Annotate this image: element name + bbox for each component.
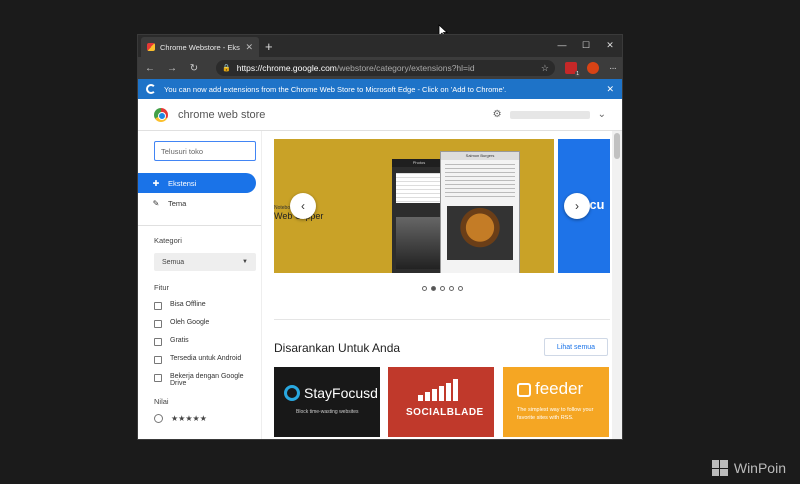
- maximize-button[interactable]: ☐: [574, 35, 598, 57]
- chrome-webstore-logo-icon[interactable]: [154, 107, 168, 122]
- checkbox[interactable]: [154, 302, 162, 310]
- new-tab-button[interactable]: +: [265, 39, 273, 54]
- infobar-message: You can now add extensions from the Chro…: [164, 84, 507, 94]
- socialblade-logo-icon: [418, 379, 458, 401]
- card-title: feeder: [535, 379, 584, 398]
- divider: [274, 319, 610, 320]
- feature-checkbox-drive[interactable]: Bekerja dengan Google Drive: [138, 373, 261, 387]
- see-all-button[interactable]: Lihat semua: [544, 338, 608, 356]
- scrollbar-thumb[interactable]: [614, 133, 620, 159]
- puzzle-icon: ✚: [152, 178, 160, 188]
- sidebar-item-themes[interactable]: ✎ Tema: [138, 193, 261, 213]
- page-dot-active[interactable]: [431, 286, 436, 291]
- extension-icon[interactable]: 1: [565, 62, 580, 77]
- rating-heading: Nilai: [154, 397, 169, 406]
- page-dot[interactable]: [449, 286, 454, 291]
- extension-card-socialblade[interactable]: SOCIALBLADE: [388, 367, 494, 437]
- store-header: chrome web store ⚙ ⌄: [138, 99, 622, 131]
- category-value: Semua: [162, 258, 185, 266]
- refresh-icon[interactable]: ↻: [188, 63, 200, 74]
- category-heading: Kategori: [154, 236, 182, 245]
- browser-tab[interactable]: Chrome Webstore - Ekstensi ✕: [141, 37, 259, 57]
- checkbox-label: Bisa Offline: [170, 301, 206, 308]
- webstore-favicon-icon: [147, 43, 155, 51]
- carousel-next-button[interactable]: ›: [564, 193, 590, 219]
- checkbox[interactable]: [154, 374, 162, 382]
- brush-icon: ✎: [152, 198, 160, 208]
- watermark-text: WinPoin: [733, 460, 786, 476]
- infobar-close-icon[interactable]: ✕: [606, 84, 614, 95]
- page-dot[interactable]: [422, 286, 427, 291]
- page-dot[interactable]: [440, 286, 445, 291]
- carousel-prev-button[interactable]: ‹: [290, 193, 316, 219]
- tab-title: Chrome Webstore - Ekstensi: [160, 42, 240, 52]
- close-window-button[interactable]: ✕: [598, 35, 622, 57]
- burger-image: [447, 206, 513, 260]
- features-heading: Fitur: [154, 283, 169, 292]
- checkbox-label: Oleh Google: [170, 319, 210, 326]
- watermark: WinPoin: [711, 460, 786, 476]
- edge-infobar: You can now add extensions from the Chro…: [138, 79, 622, 99]
- forward-icon[interactable]: →: [166, 63, 178, 74]
- card-tagline: Block time-wasting websites: [296, 409, 359, 415]
- store-title[interactable]: chrome web store: [178, 109, 265, 121]
- extension-card-stayfocusd[interactable]: StayFocusd Block time-wasting websites: [274, 367, 380, 437]
- edge-logo-icon: [146, 84, 156, 94]
- navigation-bar: ← → ↻ 🔒 https://chrome.google.com/websto…: [138, 57, 622, 79]
- feature-checkbox-offline[interactable]: Bisa Offline: [138, 301, 261, 310]
- rating-radio-5[interactable]: ★★★★★: [138, 414, 261, 423]
- windows-logo-icon: [711, 460, 728, 476]
- feature-checkbox-android[interactable]: Tersedia untuk Android: [138, 355, 261, 364]
- browser-window: Chrome Webstore - Ekstensi ✕ + — ☐ ✕ ← →…: [137, 34, 623, 440]
- card-title: SOCIALBLADE: [406, 407, 484, 418]
- card-title: StayFocusd: [304, 385, 378, 401]
- search-input[interactable]: Telusuri toko: [154, 141, 256, 161]
- carousel-pagination: [422, 286, 463, 291]
- sidebar-item-extensions[interactable]: ✚ Ekstensi: [138, 173, 256, 193]
- recommended-heading: Disarankan Untuk Anda: [274, 341, 401, 355]
- main-content: NotebookWeb Clipper Photos Salmon Burger…: [262, 131, 610, 439]
- checkbox-label: Gratis: [170, 337, 189, 344]
- tab-close-icon[interactable]: ✕: [245, 42, 253, 53]
- webstore-page: chrome web store ⚙ ⌄ Telusuri toko ✚ Eks…: [138, 99, 622, 439]
- feature-checkbox-free[interactable]: Gratis: [138, 337, 261, 346]
- profile-avatar[interactable]: [587, 62, 599, 74]
- divider: [138, 225, 261, 226]
- title-bar: Chrome Webstore - Ekstensi ✕ + — ☐ ✕: [138, 35, 622, 57]
- extension-card-feeder[interactable]: feeder The simplest way to follow your f…: [503, 367, 609, 437]
- sidebar-item-label: Ekstensi: [168, 178, 197, 188]
- favorite-star-icon[interactable]: ☆: [541, 63, 549, 74]
- settings-gear-icon[interactable]: ⚙: [493, 109, 502, 120]
- checkbox-label: Bekerja dengan Google Drive: [170, 373, 244, 387]
- sidebar: Telusuri toko ✚ Ekstensi ✎ Tema Kategori…: [138, 131, 262, 439]
- url-text: https://chrome.google.com/webstore/categ…: [236, 63, 475, 73]
- app-screenshot-2: Salmon Burgers: [440, 151, 520, 273]
- window-controls: — ☐ ✕: [550, 35, 622, 57]
- checkbox-label: Tersedia untuk Android: [170, 355, 242, 362]
- page-scrollbar[interactable]: [612, 131, 622, 439]
- sidebar-item-label: Tema: [168, 198, 187, 208]
- account-chevron-down-icon[interactable]: ⌄: [598, 109, 606, 120]
- checkbox[interactable]: [154, 356, 162, 364]
- checkbox[interactable]: [154, 320, 162, 328]
- category-select[interactable]: Semua ▼: [154, 253, 256, 271]
- checkbox[interactable]: [154, 338, 162, 346]
- stayfocusd-logo-icon: [284, 385, 300, 401]
- carousel-next-slide[interactable]: Docu ›: [558, 139, 610, 273]
- back-icon[interactable]: ←: [144, 63, 156, 74]
- more-menu-icon[interactable]: ···: [609, 63, 617, 74]
- minimize-button[interactable]: —: [550, 35, 574, 57]
- rating-stars: ★★★★★: [171, 414, 207, 423]
- lock-icon: 🔒: [222, 65, 231, 72]
- caret-down-icon: ▼: [242, 259, 248, 265]
- featured-carousel[interactable]: NotebookWeb Clipper Photos Salmon Burger…: [274, 139, 554, 273]
- address-bar[interactable]: 🔒 https://chrome.google.com/webstore/cat…: [216, 60, 555, 76]
- page-dot[interactable]: [458, 286, 463, 291]
- radio-button[interactable]: [154, 414, 163, 423]
- card-tagline: The simplest way to follow your favorite…: [517, 407, 594, 421]
- account-email-blurred[interactable]: [509, 110, 590, 119]
- app-screenshot-1: Photos: [392, 159, 446, 273]
- rss-icon: [517, 383, 531, 397]
- feature-checkbox-google[interactable]: Oleh Google: [138, 319, 261, 328]
